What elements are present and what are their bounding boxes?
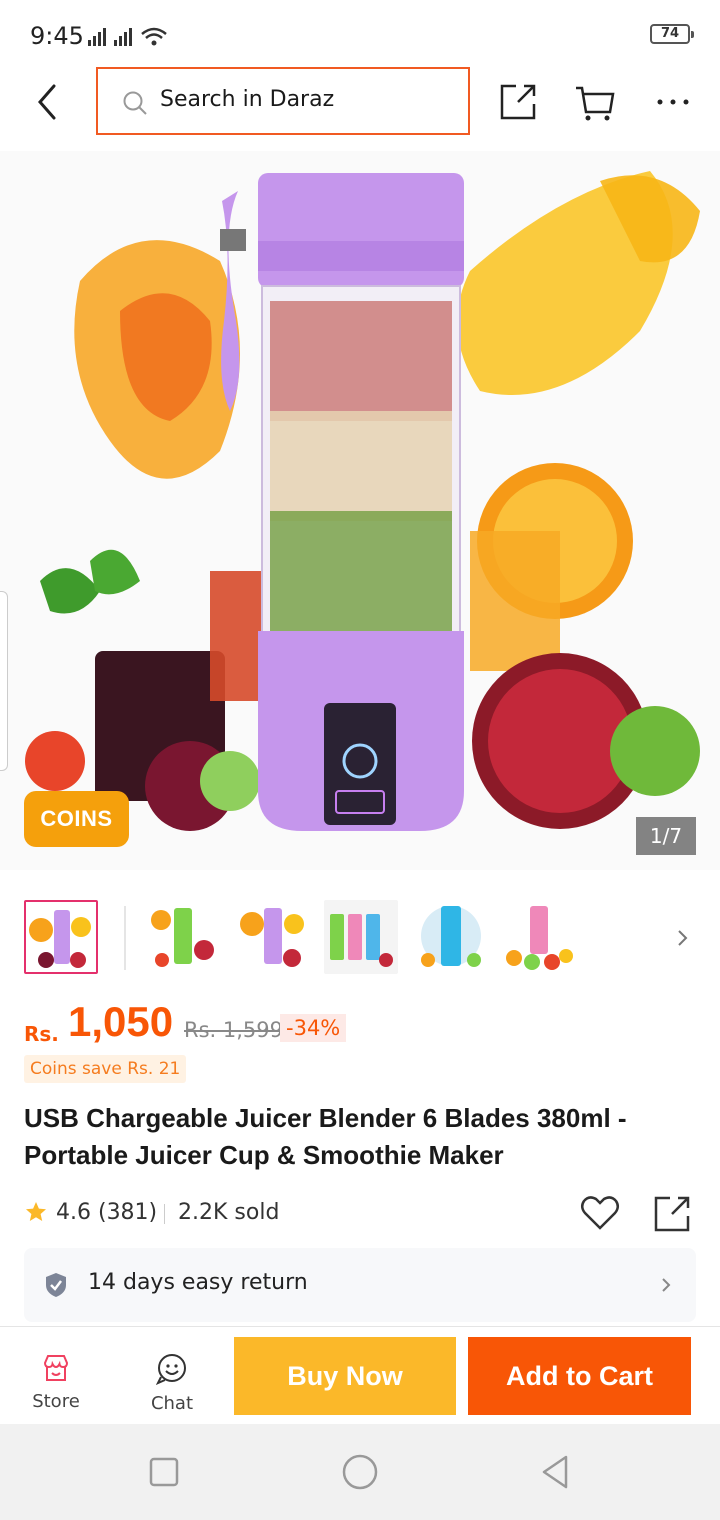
wishlist-heart-icon[interactable] bbox=[579, 1192, 621, 1234]
shield-icon bbox=[46, 1273, 66, 1297]
share-product-icon[interactable] bbox=[652, 1192, 694, 1234]
buy-now-button[interactable]: Buy Now bbox=[234, 1337, 456, 1415]
side-tab[interactable] bbox=[0, 591, 8, 771]
sold-count: 2.2K sold bbox=[178, 1200, 280, 1225]
thumbnail-3[interactable] bbox=[236, 900, 310, 974]
chevron-right-icon bbox=[662, 1278, 671, 1292]
home-icon[interactable] bbox=[340, 1452, 380, 1492]
status-time: 9:45 bbox=[30, 22, 84, 50]
thumbnail-strip bbox=[0, 898, 720, 978]
search-box[interactable] bbox=[96, 67, 470, 135]
rating-divider bbox=[164, 1204, 165, 1224]
bottom-action-bar: Store Chat Buy Now Add to Cart bbox=[0, 1326, 720, 1424]
search-icon bbox=[123, 91, 147, 115]
store-label: Store bbox=[32, 1391, 80, 1412]
search-input[interactable] bbox=[160, 87, 450, 112]
original-price: Rs. 1,599 bbox=[184, 1018, 284, 1042]
thumbnail-4[interactable] bbox=[324, 900, 398, 974]
thumbnails-next-icon[interactable] bbox=[676, 928, 690, 948]
status-bar: 9:45 74 bbox=[0, 0, 720, 66]
rating-row: 4.6 (381) 2.2K sold bbox=[24, 1192, 704, 1236]
store-icon bbox=[43, 1355, 69, 1381]
discount-badge: -34% bbox=[280, 1014, 347, 1042]
system-nav-bar bbox=[0, 1424, 720, 1520]
image-counter: 1/7 bbox=[636, 817, 696, 855]
return-policy-row[interactable]: 14 days easy return bbox=[24, 1248, 696, 1322]
header bbox=[0, 66, 720, 150]
rating-value[interactable]: 4.6 (381) bbox=[56, 1200, 157, 1225]
coins-save-badge: Coins save Rs. 21 bbox=[24, 1055, 187, 1083]
thumbnail-2[interactable] bbox=[146, 900, 220, 974]
return-policy-text: 14 days easy return bbox=[88, 1270, 308, 1295]
recent-apps-icon[interactable] bbox=[144, 1452, 184, 1492]
cart-icon[interactable] bbox=[572, 80, 616, 124]
chat-label: Chat bbox=[150, 1393, 194, 1414]
thumbnail-6[interactable] bbox=[502, 900, 576, 974]
coins-badge: COINS bbox=[24, 791, 129, 847]
price-currency: Rs. bbox=[24, 1022, 59, 1046]
price-row: Rs. 1,050 Rs. 1,599 -34% bbox=[24, 998, 704, 1058]
back-nav-icon[interactable] bbox=[536, 1452, 576, 1492]
star-icon bbox=[26, 1202, 46, 1221]
share-icon[interactable] bbox=[496, 80, 540, 124]
product-title: USB Chargeable Juicer Blender 6 Blades 3… bbox=[24, 1103, 627, 1170]
thumbnail-5[interactable] bbox=[414, 900, 488, 974]
add-to-cart-button[interactable]: Add to Cart bbox=[468, 1337, 691, 1415]
chat-icon bbox=[155, 1354, 186, 1385]
current-price: 1,050 bbox=[68, 998, 174, 1045]
chat-button[interactable]: Chat bbox=[132, 1353, 212, 1414]
battery-level: 74 bbox=[660, 26, 680, 41]
thumbnail-1[interactable] bbox=[24, 900, 98, 974]
more-icon[interactable] bbox=[652, 80, 696, 124]
product-image[interactable]: COINS 1/7 bbox=[0, 151, 720, 870]
store-button[interactable]: Store bbox=[16, 1353, 96, 1413]
back-button[interactable] bbox=[28, 80, 68, 124]
thumbnail-separator bbox=[124, 906, 126, 970]
signal-icon bbox=[88, 27, 167, 46]
product-photo bbox=[25, 171, 700, 831]
battery-icon: 74 bbox=[650, 24, 694, 44]
